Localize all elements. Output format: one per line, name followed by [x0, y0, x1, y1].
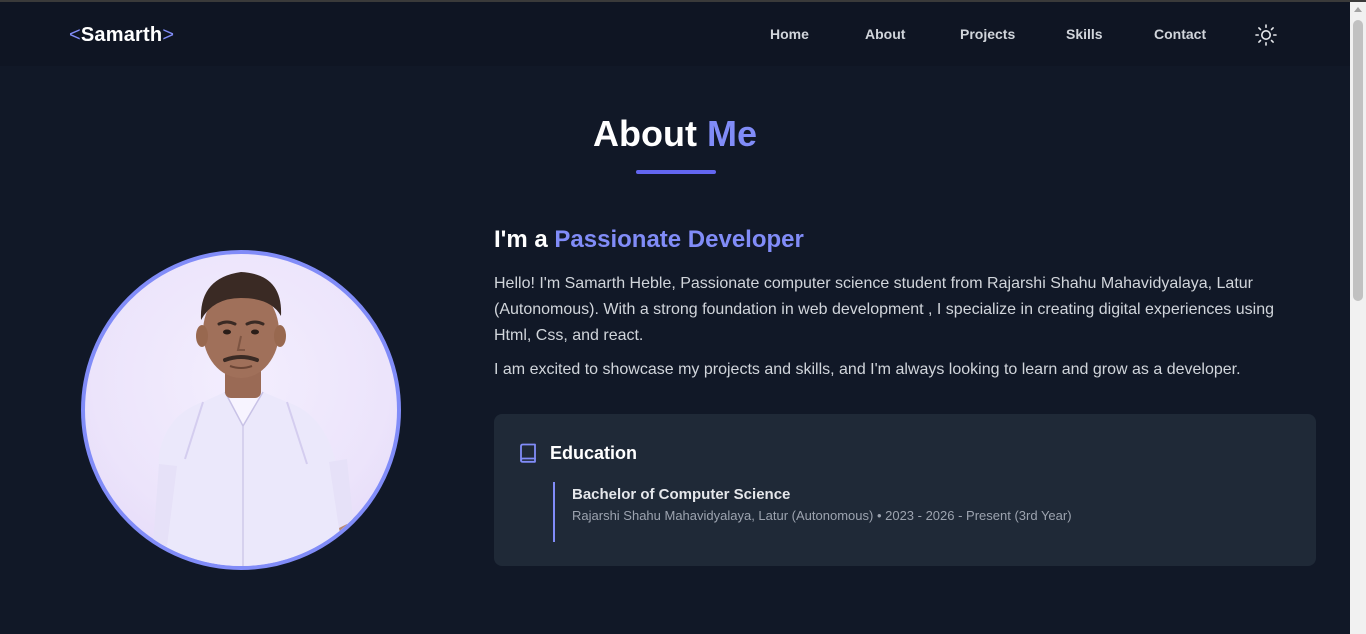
title-underline — [636, 170, 716, 174]
sun-icon — [1255, 24, 1277, 46]
about-paragraph-2: I am excited to showcase my projects and… — [494, 361, 1241, 378]
profile-photo — [81, 250, 401, 570]
about-heading-prefix: I'm a — [494, 226, 548, 253]
education-item: Bachelor of Computer Science Rajarshi Sh… — [553, 482, 1072, 542]
theme-toggle-button[interactable] — [1254, 23, 1278, 47]
nav-link-home[interactable]: Home — [770, 26, 809, 42]
education-card: Education Bachelor of Computer Science R… — [494, 414, 1316, 566]
nav-link-contact[interactable]: Contact — [1154, 26, 1206, 42]
about-heading: I'm a Passionate Developer — [494, 226, 804, 254]
navbar: <Samarth> Home About Projects Skills Con… — [0, 2, 1350, 66]
book-icon — [520, 443, 536, 463]
logo[interactable]: <Samarth> — [69, 24, 174, 47]
logo-bracket-close: > — [162, 24, 175, 46]
scrollbar-thumb[interactable] — [1353, 20, 1363, 301]
logo-name: Samarth — [80, 24, 163, 46]
nav-link-projects[interactable]: Projects — [960, 26, 1015, 42]
education-degree: Bachelor of Computer Science — [572, 486, 791, 503]
section-title-main: About — [593, 113, 697, 154]
nav-link-skills[interactable]: Skills — [1066, 26, 1103, 42]
scroll-up-arrow-icon[interactable] — [1354, 7, 1362, 12]
logo-bracket-open: < — [69, 24, 81, 46]
section-title: About Me — [0, 113, 1350, 155]
person-illustration — [153, 272, 357, 566]
nav-link-about[interactable]: About — [865, 26, 905, 42]
about-heading-accent: Passionate Developer — [554, 226, 804, 253]
education-title: Education — [550, 443, 638, 463]
education-detail: Rajarshi Shahu Mahavidyalaya, Latur (Aut… — [572, 508, 1072, 523]
about-paragraph-1: Hello! I'm Samarth Heble, Passionate com… — [494, 275, 1274, 344]
section-title-accent: Me — [706, 113, 757, 154]
